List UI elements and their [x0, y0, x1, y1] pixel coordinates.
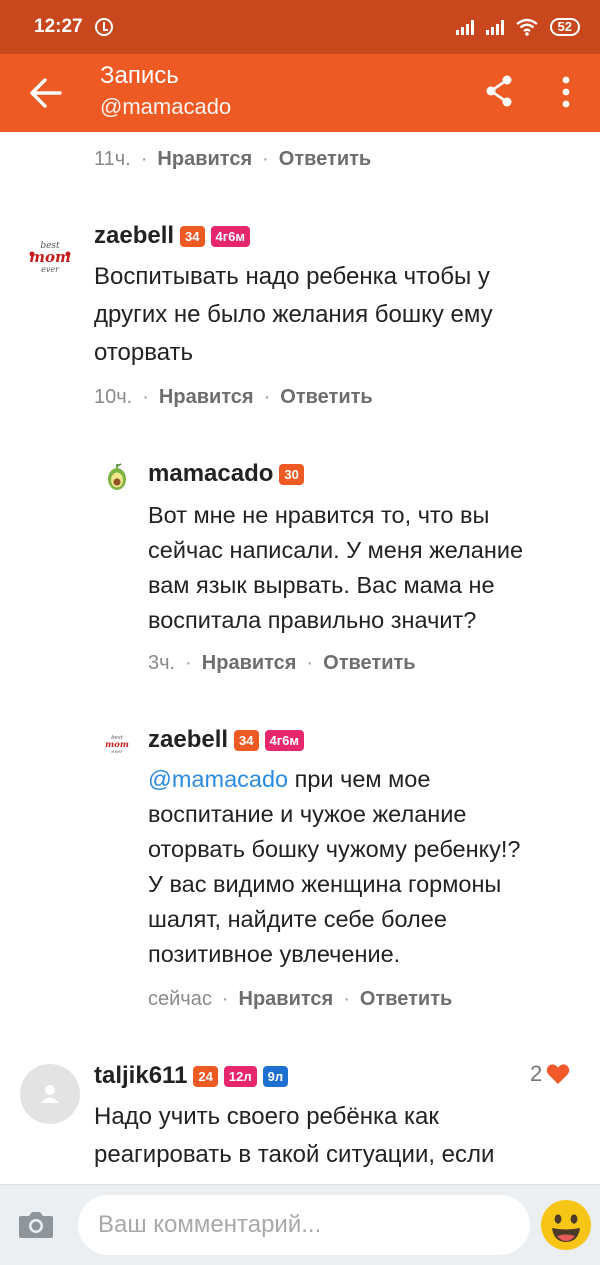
comment-meta: сейчас · Нравится · Ответить [148, 988, 453, 1010]
battery-indicator: 52 [549, 18, 580, 36]
signal-icon [455, 19, 474, 35]
mention-link[interactable]: @mamacado [148, 766, 288, 792]
text-line: реагировать в такой ситуации, если [94, 1141, 495, 1168]
reply-button[interactable]: Ответить [323, 652, 415, 674]
avatar-logo-text: ever [41, 265, 60, 274]
child-age-badge: 12л [223, 1065, 257, 1087]
text-line: позитивное увлечение. [148, 941, 401, 967]
signal-icon [485, 19, 504, 35]
comment-input[interactable] [78, 1195, 530, 1255]
comment-author[interactable]: taljik611 [94, 1062, 187, 1090]
wifi-icon [515, 18, 538, 36]
avatar-logo-text: mom [29, 248, 71, 266]
avatar-logo-text: ever [111, 749, 123, 755]
text-line: оторвать бошку чужому ребенку!? [148, 836, 521, 862]
text-line: оторвать [94, 339, 194, 366]
text-line: Воспитывать надо ребенка чтобы у [94, 263, 490, 290]
camera-icon[interactable] [18, 1209, 54, 1239]
comment-text: @mamacado при чем мое воспитание и чужое… [148, 762, 588, 972]
like-button[interactable]: Нравится [202, 652, 297, 674]
age-badge: 24 [193, 1065, 218, 1087]
like-counter[interactable]: 2 [530, 1061, 570, 1087]
age-badge: 34 [234, 729, 259, 751]
comment-text: Воспитывать надо ребенка чтобы у других … [94, 258, 574, 372]
back-arrow-icon[interactable] [28, 76, 64, 110]
text-line: вам язык вырвать. Вас мама не [148, 572, 495, 598]
comment-time: 11ч. [94, 148, 131, 170]
share-icon[interactable] [484, 74, 514, 108]
avatar-logo: best mom ever [105, 735, 129, 755]
text-line: воспитала правильно значит? [148, 607, 477, 633]
text-line: при чем мое [294, 766, 431, 792]
reply-button[interactable]: Ответить [280, 386, 372, 408]
text-line: Вот мне не нравится то, что вы [148, 502, 490, 528]
avatar[interactable] [20, 1064, 80, 1124]
like-button[interactable]: Нравится [157, 148, 252, 170]
page-subtitle[interactable]: @mamacado [100, 92, 231, 122]
age-badge: 30 [279, 463, 304, 485]
comment-author[interactable]: mamacado [148, 460, 273, 488]
comment-header: taljik611 24 12л 9л [94, 1062, 289, 1090]
status-bar: 12:27 52 [0, 0, 600, 54]
avatar-logo: best mom ever [29, 241, 71, 274]
child-age-badge: 9л [262, 1065, 289, 1087]
comments-list[interactable]: 11ч. · Нравится · Ответить best mom ever zae… [0, 132, 600, 1184]
text-line: У вас видимо женщина гормоны [148, 871, 502, 897]
comment-author[interactable]: zaebell [94, 222, 174, 250]
child-age-badge: 4г6м [210, 225, 251, 247]
avatar[interactable] [102, 462, 132, 492]
text-line: Надо учить своего ребёнка как [94, 1103, 439, 1130]
comment-text: Надо учить своего ребёнка как реагироват… [94, 1098, 584, 1174]
status-time: 12:27 [34, 16, 83, 37]
like-button[interactable]: Нравится [239, 988, 334, 1010]
reply-button[interactable]: Ответить [360, 988, 452, 1010]
comment-header: mamacado 30 [148, 460, 304, 488]
like-button[interactable]: Нравится [159, 386, 254, 408]
comment-time: сейчас [148, 988, 212, 1010]
comment-header: zaebell 34 4г6м [148, 726, 305, 754]
like-count: 2 [530, 1061, 543, 1086]
comment-time: 3ч. [148, 652, 176, 674]
comment-meta: 11ч. · Нравится · Ответить [94, 148, 372, 170]
text-line: @mamacado при чем мое [148, 762, 588, 797]
page-title: Запись [100, 62, 179, 89]
avocado-avatar-icon [108, 463, 126, 490]
heart-icon[interactable] [546, 1063, 570, 1085]
comment-header: zaebell 34 4г6м [94, 222, 251, 250]
text-line: сейчас написали. У меня желание [148, 537, 524, 563]
status-indicators: 52 [455, 18, 580, 36]
comment-composer [0, 1184, 600, 1265]
comment-time: 10ч. [94, 386, 133, 408]
avatar-placeholder-icon [41, 1085, 59, 1103]
age-badge: 34 [180, 225, 205, 247]
comment-text: Вот мне не нравится то, что вы сейчас на… [148, 498, 588, 638]
text-line: шалят, найдите себе более [148, 906, 447, 932]
reply-button[interactable]: Ответить [279, 148, 371, 170]
avatar[interactable]: best mom ever [24, 232, 76, 284]
text-line: воспитание и чужое желание [148, 801, 467, 827]
child-age-badge: 4г6м [264, 729, 305, 751]
alarm-icon [94, 18, 113, 36]
comment-meta: 3ч. · Нравится · Ответить [148, 652, 416, 674]
comment-author[interactable]: zaebell [148, 726, 228, 754]
app-bar: Запись @mamacado [0, 54, 600, 132]
more-vert-icon[interactable] [558, 74, 574, 110]
header-titles: Запись @mamacado [100, 60, 231, 122]
avatar[interactable]: best mom ever [102, 728, 132, 758]
emoji-icon[interactable] [540, 1199, 592, 1251]
text-line: других не было желания бошку ему [94, 301, 493, 328]
comment-meta: 10ч. · Нравится · Ответить [94, 386, 373, 408]
